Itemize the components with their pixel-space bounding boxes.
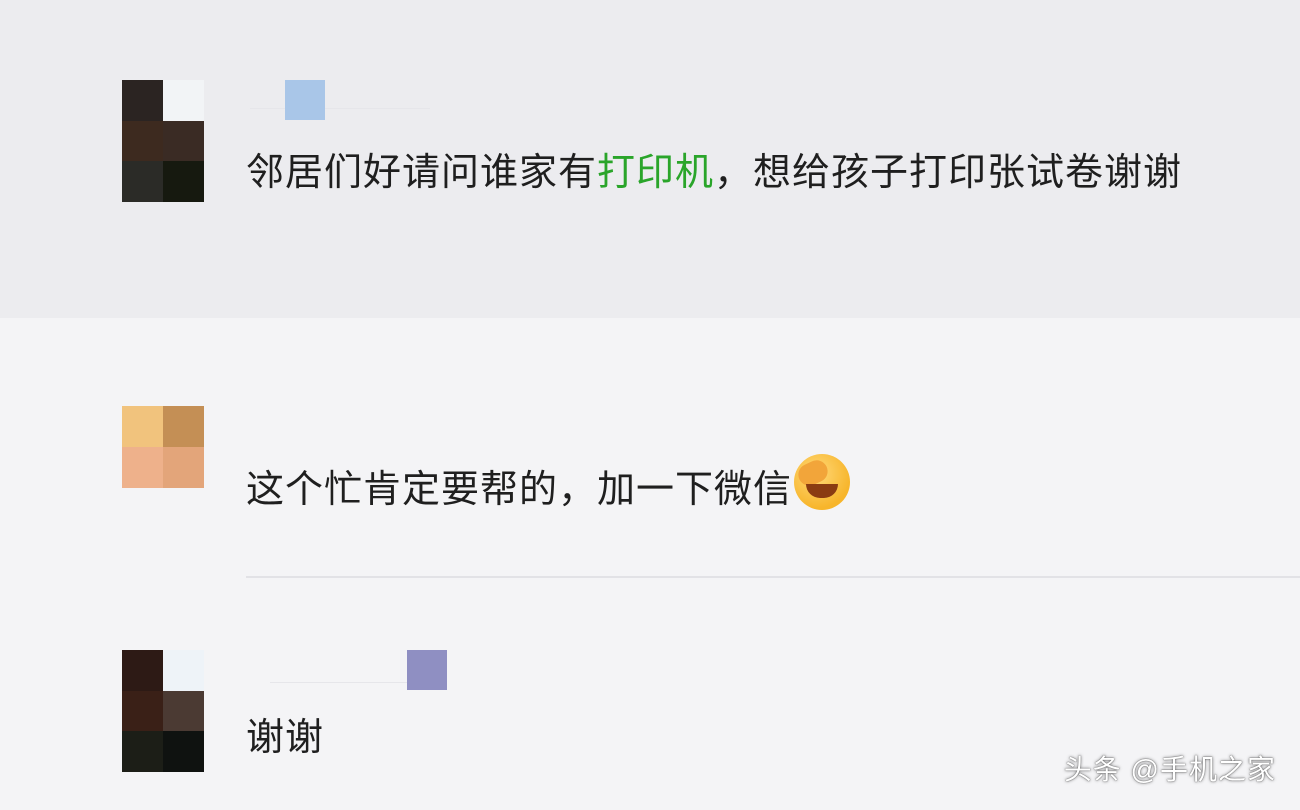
user-badge-icon — [285, 80, 325, 120]
comment-item-2: 这个忙肯定要帮的，加一下微信 — [0, 318, 1300, 580]
avatar[interactable] — [122, 80, 204, 202]
avatar-pixel — [163, 731, 204, 772]
avatar-pixel — [122, 161, 163, 202]
avatar-pixel — [163, 120, 204, 162]
avatar-pixel — [163, 406, 204, 447]
avatar-pixel — [122, 120, 163, 162]
avatar-pixel — [122, 650, 163, 691]
avatar-pixel — [122, 80, 163, 121]
avatar-pixel — [163, 690, 204, 732]
avatar-pixel — [163, 447, 204, 488]
divider — [246, 576, 1300, 578]
comment-text: 邻居们好请问谁家有打印机，想给孩子打印张试卷谢谢 — [246, 150, 1183, 194]
username-redacted — [250, 108, 430, 109]
comment-text: 这个忙肯定要帮的，加一下微信 — [246, 454, 1246, 517]
avatar[interactable] — [122, 650, 204, 772]
avatar-pixel — [163, 161, 204, 202]
avatar-pixel — [122, 406, 163, 447]
username-redacted — [270, 682, 430, 683]
comment-item-1: 邻居们好请问谁家有打印机，想给孩子打印张试卷谢谢 — [0, 0, 1300, 318]
watermark: 头条 @手机之家 — [1063, 754, 1276, 785]
avatar-pixel — [122, 731, 163, 772]
avatar-pixel — [163, 650, 204, 691]
avatar-pixel — [122, 447, 163, 488]
avatar-pixel — [122, 690, 163, 732]
user-badge-icon — [407, 650, 447, 690]
face-palm-crying-emoji-icon — [794, 454, 851, 510]
keyword-link[interactable]: 打印机 — [597, 150, 714, 194]
avatar[interactable] — [122, 406, 204, 488]
avatar-pixel — [163, 80, 204, 121]
